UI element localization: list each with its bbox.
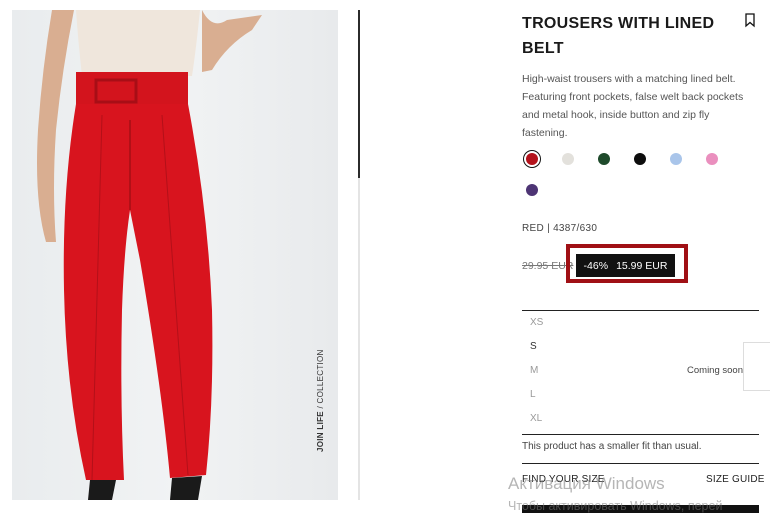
windows-activation-title: Активация Windows [508,474,665,493]
color-swatch-purple[interactable] [526,184,538,196]
product-title: TROUSERS WITH LINED BELT [522,15,715,57]
size-option-s[interactable]: S [530,341,537,352]
image-scroll-thumb[interactable] [358,10,360,178]
color-swatch-pink[interactable] [706,153,718,165]
discount-percent: -46% [583,259,609,272]
fit-note: This product has a smaller fit than usua… [522,441,702,452]
color-swatch-red[interactable] [526,153,538,165]
caption-brand: JOIN LIFE [316,411,325,452]
sale-price-tag: -46% 15.99 EUR [576,254,675,277]
size-guide-link[interactable]: SIZE GUIDE [706,474,765,485]
windows-activation-subtitle: Чтобы активировать Windows, перей [508,499,723,513]
size-option-l[interactable]: L [530,389,536,400]
size-option-m[interactable]: M [530,365,538,376]
color-swatch-black[interactable] [634,153,646,165]
coming-soon-label: Coming soon [687,365,743,376]
color-reference: RED | 4387/630 [522,223,598,234]
product-description: High-waist trousers with a matching line… [522,73,744,139]
size-option-xl[interactable]: XL [530,413,542,424]
bookmark-icon[interactable] [743,12,757,28]
size-option-xs[interactable]: XS [530,317,543,328]
color-swatch-ecru[interactable] [562,153,574,165]
color-swatch-light-blue[interactable] [670,153,682,165]
side-panel-tab[interactable] [743,342,770,391]
size-selector: XS S M Coming soon L XL [522,310,759,435]
product-image[interactable] [12,10,338,500]
image-caption: JOIN LIFE / COLLECTION [316,349,325,452]
color-swatch-dark-green[interactable] [598,153,610,165]
sale-price: 15.99 EUR [616,259,668,272]
divider [522,463,759,464]
model-illustration [37,10,262,500]
caption-collection: / COLLECTION [316,349,325,412]
